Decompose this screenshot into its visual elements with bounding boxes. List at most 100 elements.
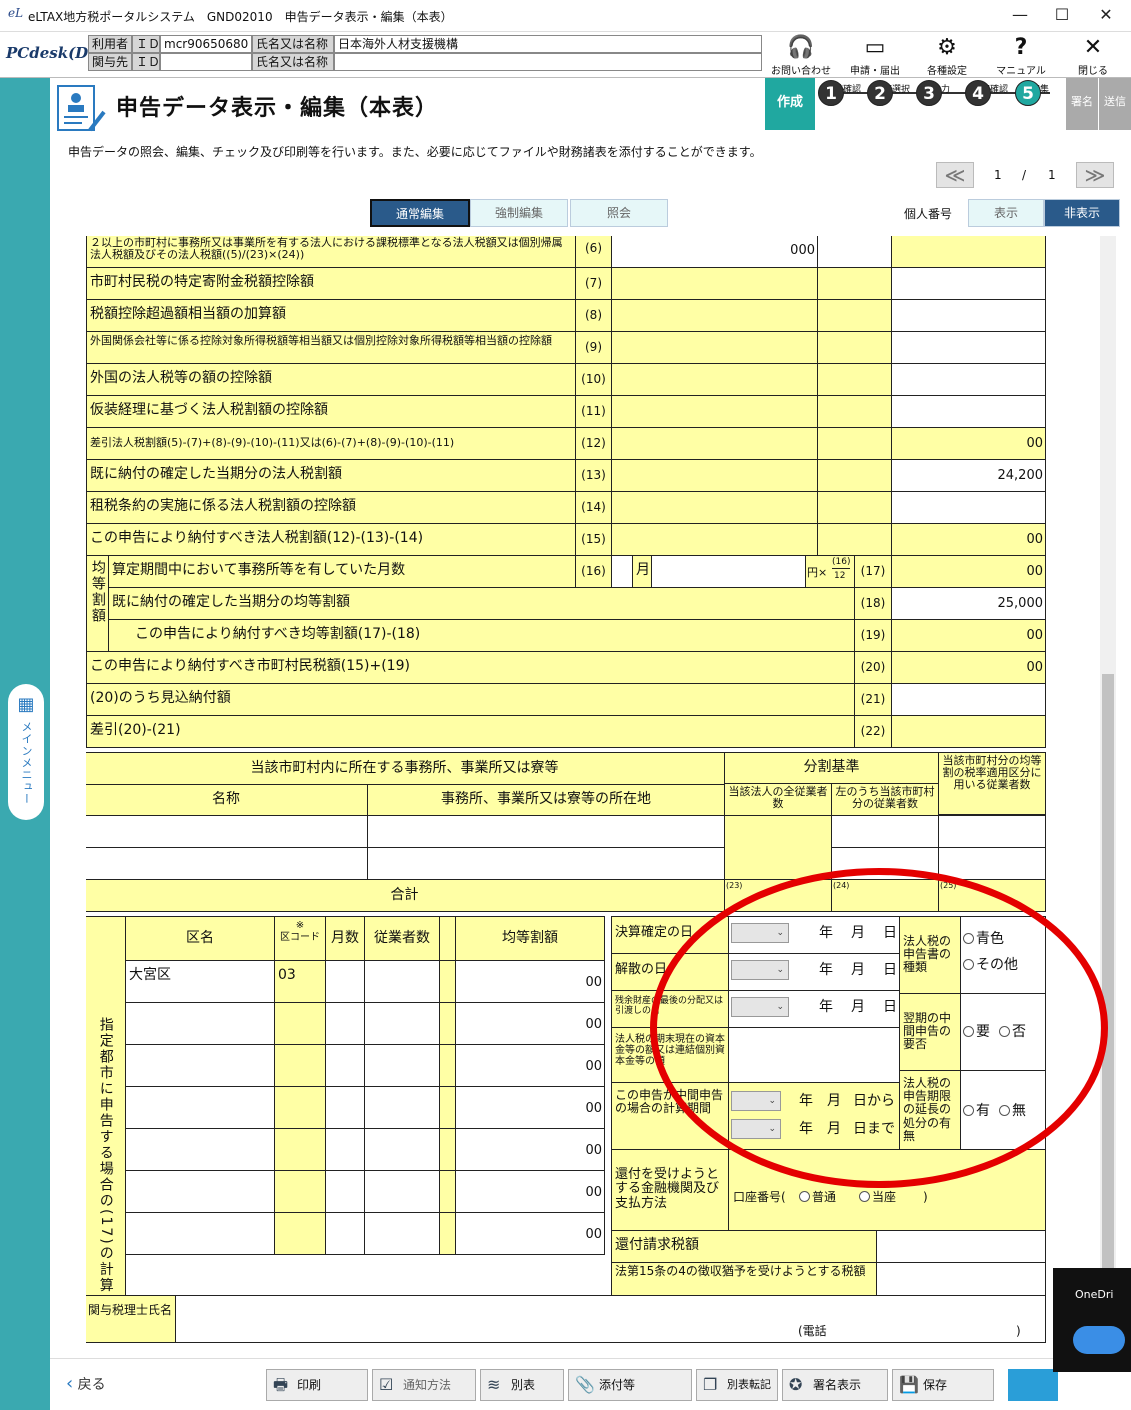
kanpu-tax-input[interactable] <box>876 1230 1046 1263</box>
encho-radios: 有 無 <box>960 1070 1046 1150</box>
ward-months-input-3[interactable] <box>325 1044 365 1087</box>
chukan-from-select[interactable]: ⌄ <box>731 1091 781 1111</box>
office-location-input-1[interactable] <box>367 815 725 848</box>
prev-page-button[interactable]: ≪ <box>936 162 974 188</box>
contact-button[interactable]: 🎧 お問い合わせ <box>770 34 832 77</box>
signature-display-button[interactable]: ✪ 署名表示 <box>782 1369 888 1401</box>
yuyo-input[interactable] <box>876 1262 1046 1296</box>
row-18-input[interactable]: 25,000 <box>891 587 1046 620</box>
futsu-radio[interactable]: 普通 <box>799 1190 836 1204</box>
row-12-mid <box>611 427 818 460</box>
chukan-to-select[interactable]: ⌄ <box>731 1119 781 1139</box>
form-scrollbar[interactable] <box>1100 236 1116 1344</box>
row-19-num: (19) <box>854 619 892 652</box>
gear-icon: ⚙ <box>937 35 957 60</box>
onedrive-notification[interactable]: OneDri <box>1053 1268 1131 1372</box>
row-9-input[interactable] <box>891 331 1046 364</box>
town-emp-input-1[interactable] <box>831 815 939 848</box>
shurui-other-radio[interactable]: その他 <box>963 957 1018 974</box>
row-6-input-b[interactable] <box>817 236 892 268</box>
ward-emp-input-2[interactable] <box>364 1002 440 1045</box>
ward-name-input-2[interactable] <box>125 1002 275 1045</box>
minimize-button[interactable]: — <box>1000 4 1040 26</box>
kaisan-year-select[interactable]: ⌄ <box>731 960 789 980</box>
kinto-emp-input-2[interactable] <box>938 847 1046 880</box>
shihon-input[interactable] <box>728 1027 900 1083</box>
yohi-not-radio[interactable]: 否 <box>999 1024 1026 1041</box>
office-name-input-2[interactable] <box>86 847 368 880</box>
encho-yes-radio[interactable]: 有 <box>963 1103 990 1120</box>
back-button[interactable]: ‹ 戻る <box>66 1373 106 1394</box>
row-14-input[interactable] <box>891 491 1046 524</box>
office-location-input-2[interactable] <box>367 847 725 880</box>
office-name-input-1[interactable] <box>86 815 368 848</box>
kinto-emp-input-1[interactable] <box>938 815 1046 848</box>
copy-icon: ❐ <box>703 1375 718 1394</box>
town-emp-input-2[interactable] <box>831 847 939 880</box>
yohi-need-radio[interactable]: 要 <box>963 1024 990 1041</box>
ward-months-input-1[interactable] <box>325 960 365 1003</box>
ward-name-input-6[interactable] <box>125 1170 275 1213</box>
maximize-button[interactable]: ☐ <box>1042 4 1082 26</box>
shurui-blue-radio[interactable]: 青色 <box>963 931 1004 948</box>
row-21-input[interactable] <box>891 683 1046 716</box>
main-menu-button[interactable]: ▦ メインメニュー <box>8 684 44 820</box>
save-button[interactable]: 💾 保存 <box>892 1369 994 1401</box>
print-button[interactable]: 🖶 印刷 <box>266 1369 368 1401</box>
tab-normal-edit[interactable]: 通常編集 <box>370 199 470 227</box>
ward-months-input-6[interactable] <box>325 1170 365 1213</box>
ward-months-input-2[interactable] <box>325 1002 365 1045</box>
hide-number-button[interactable]: 非表示 <box>1044 199 1120 227</box>
ward-name-input-4[interactable] <box>125 1086 275 1129</box>
scrollbar-thumb[interactable] <box>1102 674 1114 1344</box>
yohi-label: 翌期の中間申告の要否 <box>899 993 961 1071</box>
close-app-button[interactable]: ✕ 閉じる <box>1062 34 1124 77</box>
ward-emp-input-1[interactable] <box>364 960 440 1003</box>
next-page-button[interactable]: ≫ <box>1076 162 1114 188</box>
ward-name-input-1[interactable]: 大宮区 <box>125 960 275 1003</box>
application-button[interactable]: ▭ 申請・届出 <box>844 34 906 77</box>
notify-method-button[interactable]: ☑ 通知方法 <box>372 1369 476 1401</box>
ward-months-input-4[interactable] <box>325 1086 365 1129</box>
zanyo-year-select[interactable]: ⌄ <box>731 997 789 1017</box>
row-10-input[interactable] <box>891 363 1046 396</box>
ward-name-input-5[interactable] <box>125 1128 275 1171</box>
ward-emp-input-5[interactable] <box>364 1128 440 1171</box>
kessan-year-select[interactable]: ⌄ <box>731 923 789 943</box>
encho-no-radio[interactable]: 無 <box>999 1103 1026 1120</box>
row-13-input[interactable]: 24,200 <box>891 459 1046 492</box>
page-description: 申告データの照会、編集、チェック及び印刷等を行います。また、必要に応じてファイル… <box>68 145 762 159</box>
row-11-input[interactable] <box>891 395 1046 428</box>
ward-name-input-3[interactable] <box>125 1044 275 1087</box>
ward-emp-input-4[interactable] <box>364 1086 440 1129</box>
row-18-num: (18) <box>854 587 892 620</box>
tab-inquiry[interactable]: 照会 <box>570 199 668 227</box>
ward-months-input-5[interactable] <box>325 1128 365 1171</box>
ward-side-label: 指定都市に申告する場合の(17)の計算 <box>86 916 126 1296</box>
ward-emp-input-7[interactable] <box>364 1212 440 1255</box>
row-6-input[interactable]: 000 <box>611 236 818 268</box>
attach-button[interactable]: 📎 添付等 <box>568 1369 692 1401</box>
ward-months-input-7[interactable] <box>325 1212 365 1255</box>
toza-radio[interactable]: 当座 <box>859 1190 896 1204</box>
close-window-button[interactable]: ✕ <box>1086 4 1126 26</box>
checkbox-icon: ☑ <box>379 1375 394 1394</box>
zeirishi-input[interactable]: (電話 ) <box>175 1295 1046 1343</box>
beppyo-button[interactable]: ≋ 別表 <box>480 1369 564 1401</box>
next-arrow-button[interactable] <box>1008 1369 1058 1401</box>
manual-button[interactable]: ? マニュアル <box>990 34 1052 77</box>
ward-emp-input-3[interactable] <box>364 1044 440 1087</box>
question-icon: ? <box>1014 35 1028 60</box>
beppyo-tenki-button[interactable]: ❐ 別表転記 <box>696 1369 778 1401</box>
row-16-month-unit: 月 <box>632 555 652 588</box>
ward-emp-input-6[interactable] <box>364 1170 440 1213</box>
show-number-button[interactable]: 表示 <box>968 199 1044 227</box>
row-9-mid <box>611 331 818 364</box>
row-8-input[interactable] <box>891 299 1046 332</box>
ward-name-input-7[interactable] <box>125 1212 275 1255</box>
row-16-months-input[interactable] <box>611 555 633 588</box>
tab-forced-edit[interactable]: 強制編集 <box>470 199 568 227</box>
row-16-rate-input[interactable] <box>651 555 806 588</box>
row-7-input[interactable] <box>891 267 1046 300</box>
settings-button[interactable]: ⚙ 各種設定 <box>916 34 978 77</box>
